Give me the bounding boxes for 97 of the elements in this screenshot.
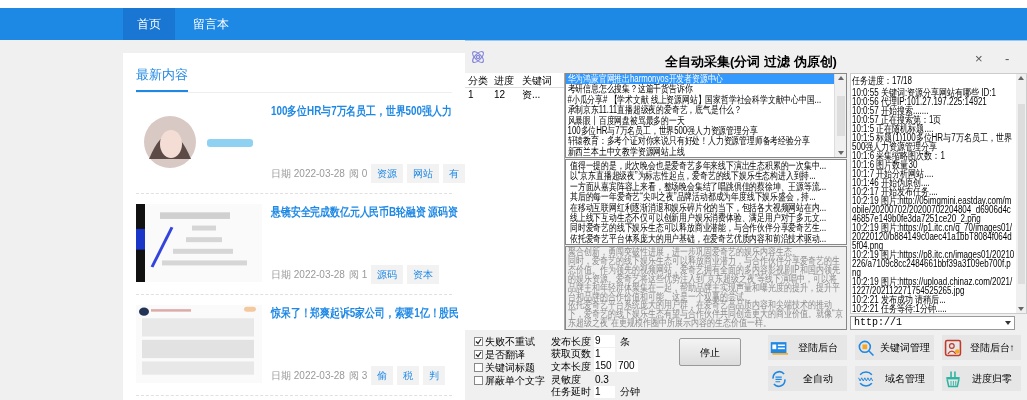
column-header[interactable]: 进度	[491, 72, 519, 88]
action-button[interactable]: 登陆后台↑	[942, 335, 1021, 360]
basket-icon	[944, 369, 962, 388]
log-line: 10:2:21 发布成功 请稍后...	[852, 295, 946, 304]
unit-label: 分钟	[620, 385, 640, 400]
log-line: 10:1:5 标题(1)100多位HR与7万名员工，世界500强人力资源管理分享	[852, 133, 1013, 151]
log-line: 10:1:6 图片数量30	[852, 160, 918, 169]
log-line: 10:2:19 图片:https://upload.chinaz.com/2021/1227/202112271754525265.jpg	[852, 277, 1014, 295]
column-header[interactable]: 关键词	[519, 72, 563, 88]
input-field[interactable]: 1	[594, 347, 615, 360]
column-header[interactable]: 分类	[465, 72, 491, 88]
checkbox[interactable]: 失败不重试	[474, 335, 551, 347]
tag[interactable]: 资源	[371, 163, 404, 183]
text-line: 值得一提的是，此次晚会也是爱奇艺多年来线下演出生态积累的一次集中...	[570, 161, 827, 171]
log-line: 10:1:5 正在随机标题....	[852, 124, 934, 133]
log-textbox[interactable]	[850, 73, 1027, 314]
article-title[interactable]: 惊呆了！郑爽起诉5家公司，索要1亿！股民	[271, 304, 460, 321]
action-button[interactable]: 登陆后台	[768, 335, 847, 360]
article-date: 日期 2022-03-28	[271, 267, 345, 282]
caret-icon	[1005, 321, 1011, 325]
text-line: 线上线下互动生态不仅可以创新用户娱乐消费体验、满足用户对于多元文...	[570, 213, 827, 224]
minimize-button[interactable]: -	[1005, 52, 1010, 65]
list-item[interactable]: 新西兰本土中文教学资源网站上线	[566, 146, 834, 158]
nav-link[interactable]: 留言本	[175, 8, 247, 40]
list-item[interactable]: 轩辕教育：多考个证对你来说只有好处！人力资源管理师备考经验分享	[566, 136, 834, 147]
up-arrow-icon	[837, 76, 844, 80]
tag[interactable]: 判	[423, 365, 446, 385]
nav-link[interactable]: 首页	[123, 8, 175, 40]
tag[interactable]: 网站	[407, 163, 440, 183]
text-line: 其后的每一年爱奇艺“尖叫之夜”品牌活动都成为年度线下娱乐盛会，持...	[570, 192, 816, 203]
globe-icon	[857, 369, 875, 388]
scrollbar[interactable]	[1016, 74, 1026, 313]
table-cell-text: 12	[493, 88, 507, 102]
field-label: 发布长度	[551, 334, 592, 348]
checkbox[interactable]: 屏蔽单个文字	[474, 374, 551, 386]
log-line: 10:2:19 图片:https://p8.itc.cn/images01/20210226/a7109c8cc2484661bbf39a3109eb700f.png	[852, 250, 1016, 277]
down-arrow-icon	[1018, 307, 1024, 311]
title-listbox[interactable]: 华为鸿蒙官网推出harmonyos开发者资源中心 考研信息怎么搜集？这篇干货告诉你 #小瓜分享# 【学术文献 线上资源网站】国家哲学社会科学文献中心中国... 承制京东11.11直播超级夜的爱奇艺，底气是什么？ 风暴眼丨百度网盘被骂最多的一天 100多位HR与7万名员工，世界500强人力资源管理分享 轩辕教育：多考个证对你来说只有好处！人力资源管理师备考经验分享 新西兰本土中文教学资源网站上线	[565, 73, 847, 158]
unit-label: 条	[620, 334, 630, 349]
article-date: 日期 2022-03-28	[271, 166, 345, 181]
read-count: 阅 3	[348, 368, 368, 383]
section-title: 最新内容	[136, 65, 188, 92]
table-cell-text: 1	[467, 88, 475, 102]
text-line: 以“京东直播超级夜”为标志性起点，爱奇艺的线下娱乐生态构进入到持...	[570, 171, 816, 182]
article-title[interactable]: 悬镜安全完成数亿元人民币B轮融资 源码资	[271, 203, 458, 220]
window-title: 全自动采集(分词 过滤 伪原创)	[665, 53, 837, 71]
article-date: 日期 2022-03-28	[271, 368, 345, 383]
text-line: 同时爱奇艺的线下娱乐生态可以释放商业潜能，与合作伙伴分享爱奇艺生...	[570, 223, 827, 234]
text-line: 一方面从嘉宾阵容上来看，整场晚会集结了唱跳俱佳的蔡徐坤、王源等流...	[570, 181, 827, 192]
up-arrow-icon	[1018, 76, 1024, 80]
tag[interactable]: 源码	[371, 264, 404, 284]
down-arrow-icon	[837, 151, 844, 155]
input-field[interactable]: 700	[617, 360, 638, 373]
list-item[interactable]: 考研信息怎么搜集？这篇干货告诉你	[566, 84, 834, 95]
log-line: 10:1:6 采集缩略图次数：1	[852, 151, 946, 160]
action-button[interactable]: 关键词管理	[855, 335, 934, 360]
portrait-icon	[944, 338, 962, 357]
refresh-icon	[770, 369, 788, 388]
table-cell-text: 资...	[521, 88, 542, 102]
checkbox[interactable]: 关键词标题	[474, 361, 551, 373]
log-line: 10:2:19 图片:http://05imgmini.eastday.com/mobile/20200702/20200702204804_d6906d4c46857e149b0fe3da7251ce20_2.png	[852, 196, 1013, 223]
list-item[interactable]: 承制京东11.11直播超级夜的爱奇艺，底气是什么？	[566, 105, 834, 116]
list-item[interactable]: 风暴眼丨百度网盘被骂最多的一天	[566, 115, 834, 126]
close-button[interactable]: ×	[975, 52, 983, 65]
atom-icon	[470, 49, 486, 65]
action-button[interactable]: 进度归零	[942, 366, 1021, 391]
log-line: 10:0:56 代理IP:101.27.197.225:14921	[852, 97, 988, 106]
source-textbox[interactable]	[565, 159, 847, 245]
checkbox[interactable]: 是否翻译	[474, 348, 551, 360]
input-field[interactable]: 9	[594, 335, 615, 348]
scrollbar[interactable]	[834, 74, 846, 157]
value-text: 0.3	[594, 372, 609, 387]
article-title[interactable]: 100多位HR与7万名员工，世界500强人力	[271, 102, 452, 119]
log-line: 10:1:7 开始分析网站....	[852, 169, 935, 178]
field-label: 灵敏度	[551, 372, 582, 387]
log-line: 10:2:19 图片:https://p1.itc.cn/q_70/images01/20220120/b884149c0aec41a1bbT8084f064d5f04.png	[852, 223, 1013, 250]
log-line: 10:0:55 关键词:资源分享网站有哪些 ID:1	[852, 88, 998, 97]
progress-text: 任务进度：17/18	[852, 76, 914, 85]
log-line: 10:2:17 开始发布任务....	[852, 187, 938, 196]
text-line: 在移动互联网红利逐渐消退和娱乐碎片化的当下，包括各大视频网站在内...	[570, 202, 827, 213]
text-line: 依托爱奇艺平台体系庞大的用户基础，在爱奇艺优质内容和前沿技术驱动...	[570, 233, 827, 245]
read-count: 阅 1	[348, 267, 368, 282]
input-field[interactable]: 150	[594, 360, 615, 373]
read-count: 阅 0	[348, 166, 368, 181]
field-label: 文本长度	[551, 360, 592, 374]
log-line: 10:2:21 任务等待:1分钟.....	[852, 304, 948, 313]
action-button[interactable]: 域名管理	[855, 366, 934, 391]
action-button[interactable]: 全自动	[768, 366, 847, 391]
log-line: 10:1:46 开始伪原创....	[852, 178, 931, 187]
search-icon	[857, 338, 875, 357]
field-label: 获取页数	[551, 347, 592, 361]
field-label: 任务延时	[551, 385, 592, 400]
log-line: 10:0:57 开始搜索.......	[852, 106, 929, 115]
input-field[interactable]: 1	[594, 385, 615, 398]
url-dropdown[interactable]: http://1	[850, 316, 1015, 330]
log-line: 10:0:57 正在搜索第：1页	[852, 115, 943, 124]
stop-button[interactable]: 停止	[679, 338, 741, 366]
